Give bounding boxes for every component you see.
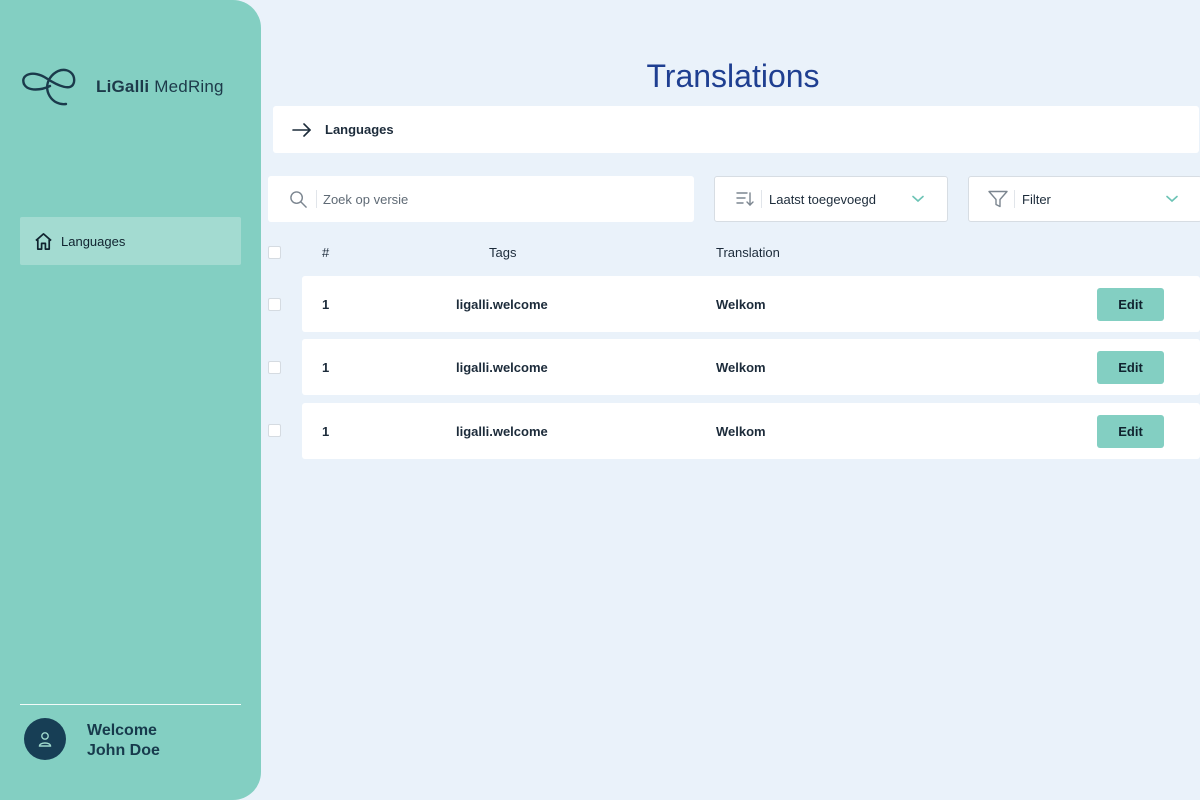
row-tag: ligalli.welcome (456, 360, 548, 375)
breadcrumb[interactable]: Languages (273, 106, 1199, 153)
brand-name: LiGalli MedRing (96, 77, 224, 97)
chevron-down-icon (912, 195, 924, 203)
ligalli-ring-logo-icon (22, 68, 76, 106)
row-checkbox[interactable] (268, 361, 281, 374)
row-tag: ligalli.welcome (456, 297, 548, 312)
sort-separator (761, 190, 762, 208)
sidebar-item-languages[interactable]: Languages (20, 217, 241, 265)
breadcrumb-label: Languages (325, 122, 394, 137)
table-row: 1 ligalli.welcome Welkom Edit (302, 276, 1200, 332)
brand-logo[interactable]: LiGalli MedRing (20, 66, 224, 108)
select-all-checkbox[interactable] (268, 246, 281, 259)
chevron-down-icon (1166, 195, 1178, 203)
edit-button[interactable]: Edit (1097, 415, 1164, 448)
filter-dropdown[interactable]: Filter (968, 176, 1200, 222)
search-input[interactable] (323, 191, 663, 207)
brand-name-bold: LiGalli (96, 77, 150, 96)
home-icon (35, 232, 52, 250)
avatar[interactable] (24, 718, 66, 760)
sidebar-item-label: Languages (61, 233, 126, 249)
user-welcome: Welcome John Doe (87, 721, 160, 761)
row-translation: Welkom (716, 297, 766, 312)
search-box[interactable] (268, 176, 694, 222)
user-icon (38, 732, 52, 747)
table-row: 1 ligalli.welcome Welkom Edit (302, 403, 1200, 459)
sort-dropdown[interactable]: Laatst toegevoegd (714, 176, 948, 222)
user-name: John Doe (87, 742, 160, 759)
search-icon (290, 190, 307, 208)
table-row: 1 ligalli.welcome Welkom Edit (302, 339, 1200, 395)
funnel-icon (988, 190, 1008, 208)
row-checkbox[interactable] (268, 298, 281, 311)
sidebar: LiGalli MedRing Languages Welcome John D… (0, 0, 261, 800)
row-translation: Welkom (716, 360, 766, 375)
column-header-tags: Tags (489, 245, 517, 260)
search-separator (316, 190, 317, 208)
filter-separator (1014, 190, 1015, 208)
row-number: 1 (322, 360, 330, 375)
arrow-right-icon (292, 122, 311, 137)
sort-descending-icon (736, 192, 754, 206)
row-checkbox[interactable] (268, 424, 281, 437)
row-number: 1 (322, 297, 330, 312)
row-translation: Welkom (716, 424, 766, 439)
edit-button[interactable]: Edit (1097, 288, 1164, 321)
sidebar-divider (20, 704, 241, 705)
page-title: Translations (646, 58, 820, 94)
welcome-greeting: Welcome (87, 722, 157, 739)
sort-label: Laatst toegevoegd (769, 191, 876, 207)
column-header-number: # (322, 245, 330, 260)
brand-name-rest: MedRing (149, 77, 224, 96)
row-number: 1 (322, 424, 330, 439)
column-header-translation: Translation (716, 245, 780, 260)
row-tag: ligalli.welcome (456, 424, 548, 439)
filter-label: Filter (1022, 191, 1051, 207)
edit-button[interactable]: Edit (1097, 351, 1164, 384)
